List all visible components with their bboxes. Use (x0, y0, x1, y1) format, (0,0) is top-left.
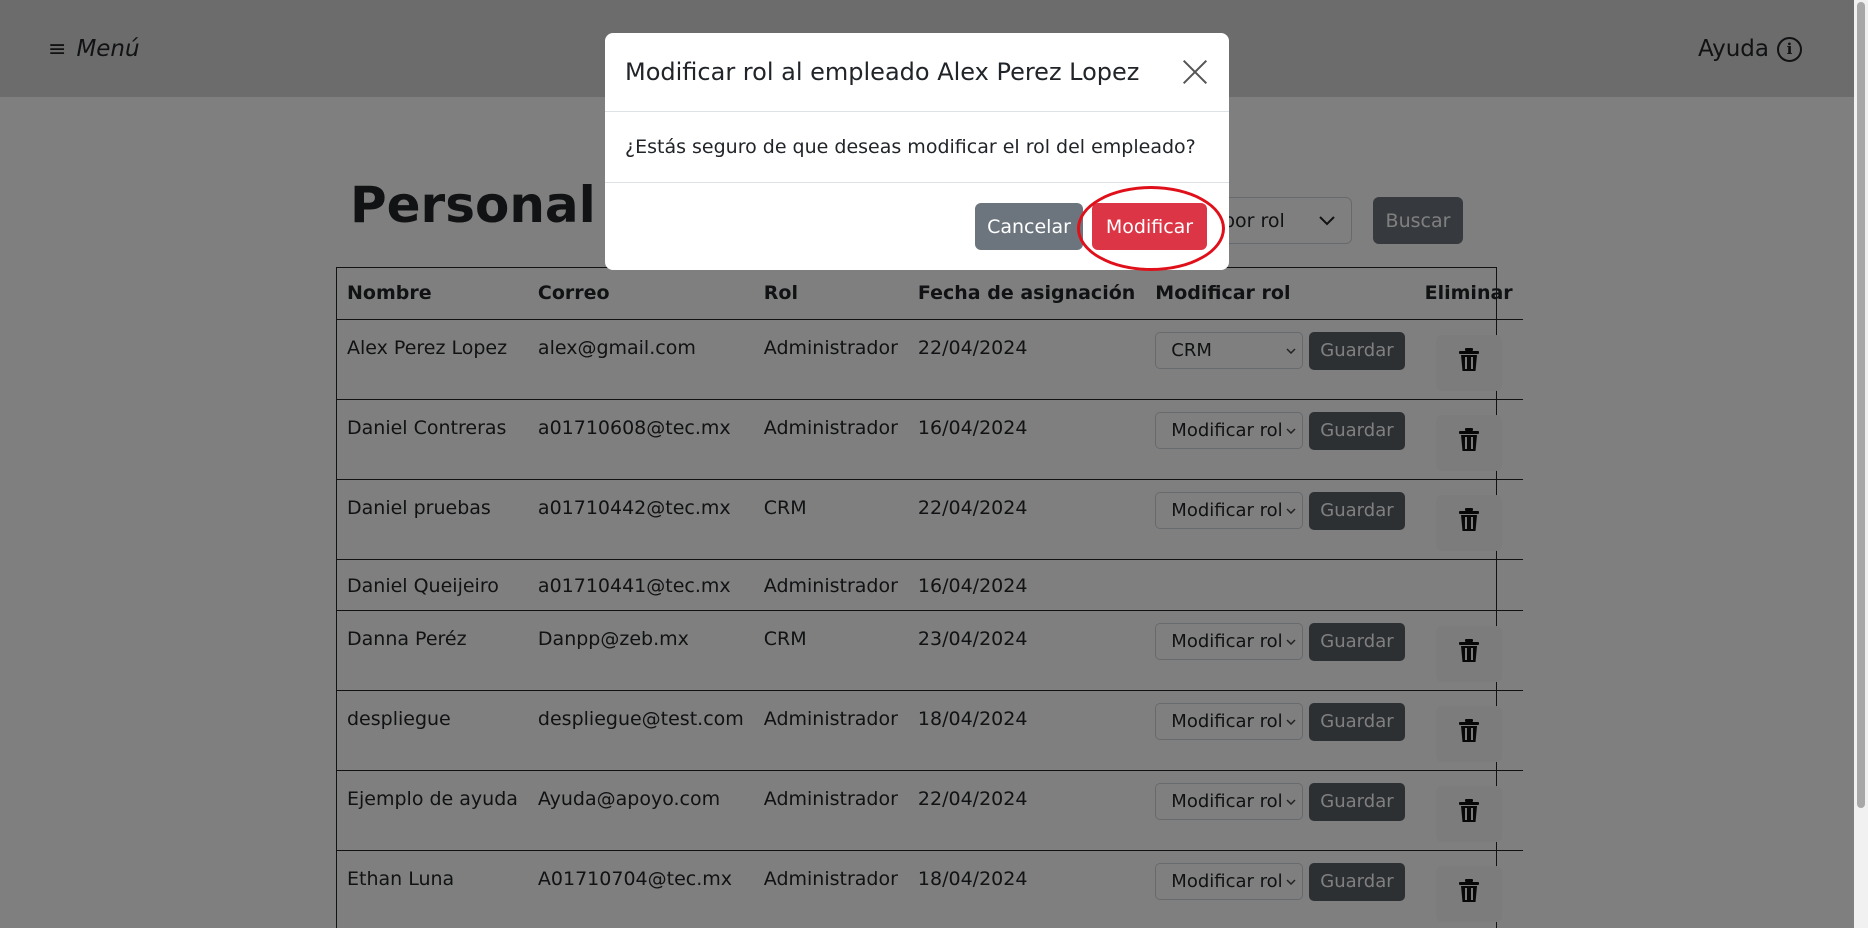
modal-body: ¿Estás seguro de que deseas modificar el… (605, 112, 1229, 183)
cancel-button[interactable]: Cancelar (975, 203, 1083, 250)
scrollbar-thumb[interactable] (1857, 2, 1865, 808)
scrollbar[interactable] (1854, 0, 1868, 928)
highlight-annotation (1077, 186, 1225, 271)
modal-header: Modificar rol al empleado Alex Perez Lop… (605, 33, 1229, 112)
modal-title: Modificar rol al empleado Alex Perez Lop… (625, 58, 1140, 86)
modal-footer: Cancelar Modificar (605, 183, 1229, 271)
modal-message: ¿Estás seguro de que deseas modificar el… (625, 136, 1196, 158)
close-icon[interactable] (1181, 58, 1209, 86)
confirm-modal: Modificar rol al empleado Alex Perez Lop… (605, 33, 1229, 271)
